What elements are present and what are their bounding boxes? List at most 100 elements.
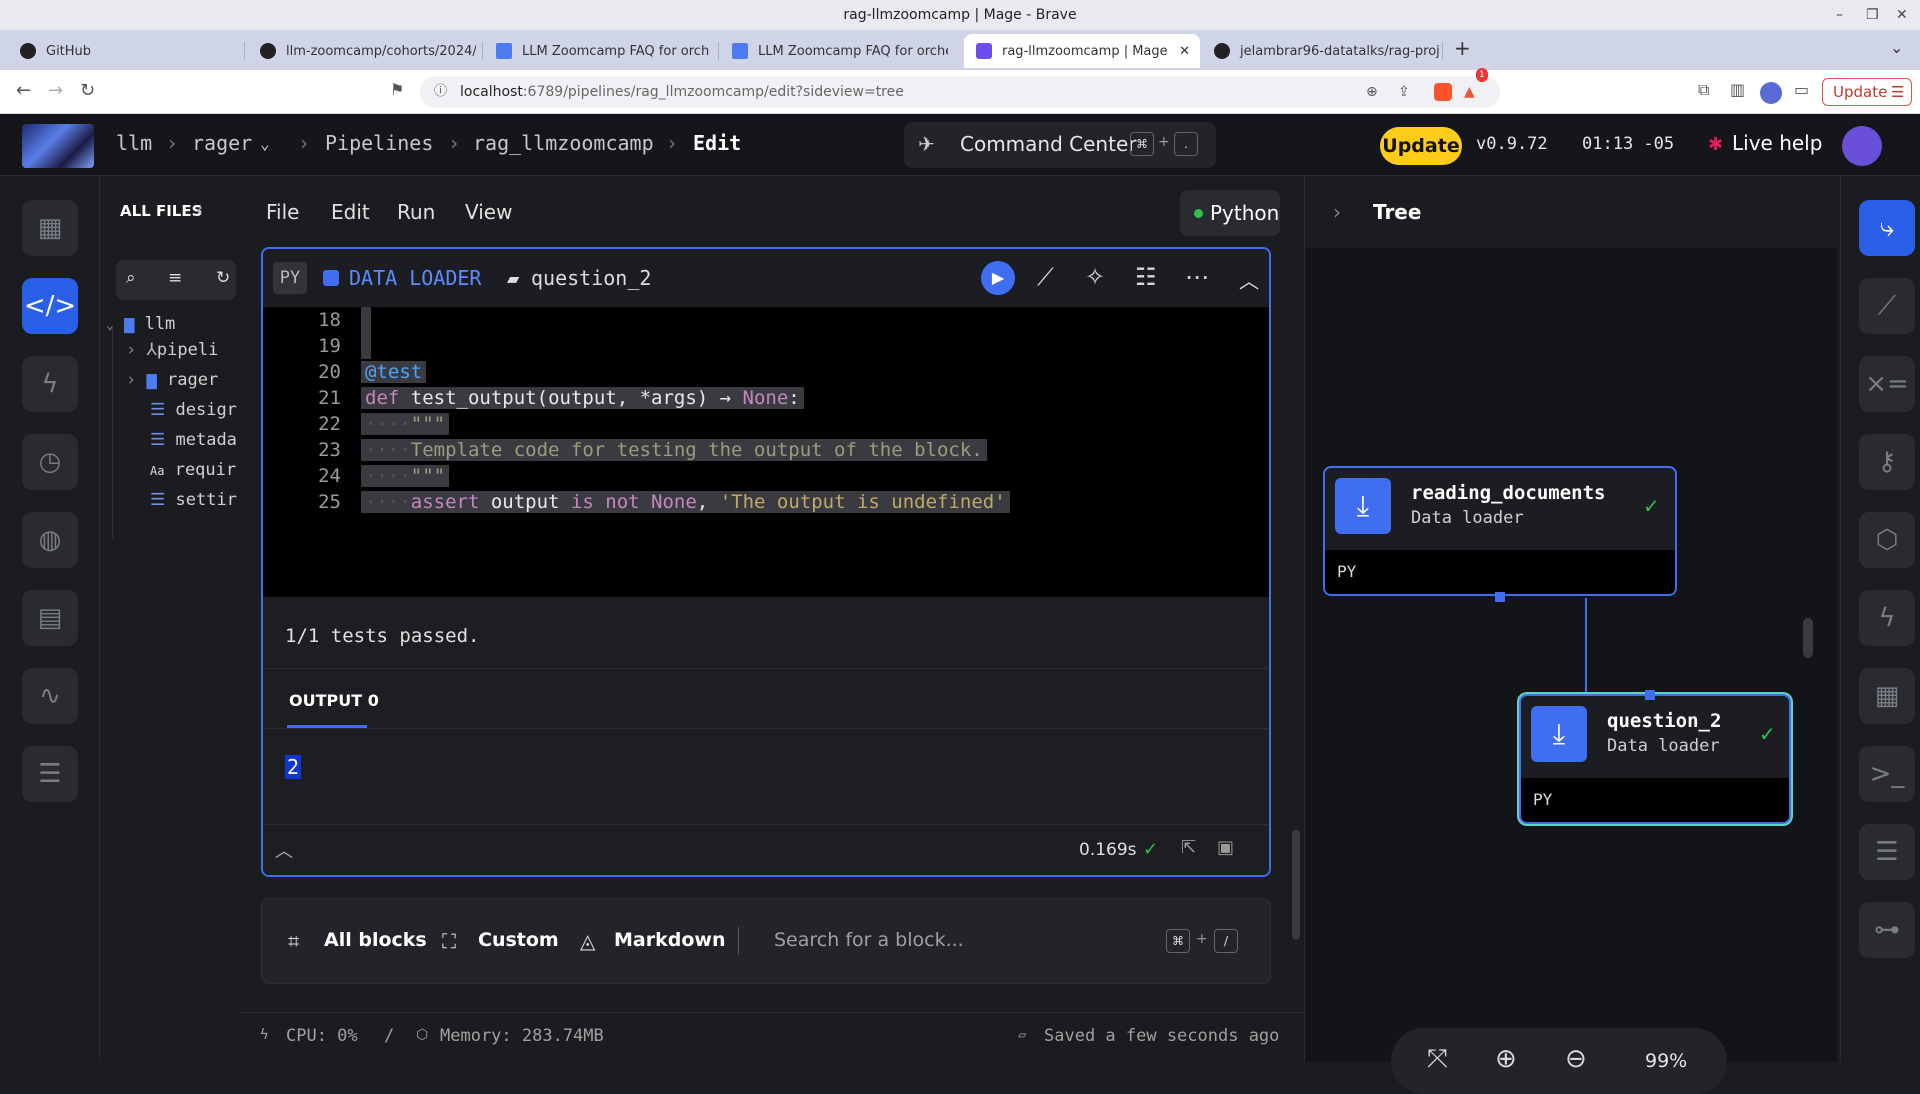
custom-block-button[interactable]: Custom [478,929,559,951]
reload-icon[interactable]: ↻ [80,80,95,101]
zoom-icon[interactable]: ⊕ [1366,76,1378,108]
breadcrumb-rager[interactable]: rager [192,131,252,155]
tree-view-icon[interactable]: ⤷ [1859,200,1915,256]
browser-tab[interactable]: LLM Zoomcamp FAQ for orchestr [720,34,948,68]
graph-node-selected[interactable]: ⤓ question_2 Data loader ✓ PY [1519,694,1791,824]
share-icon[interactable]: ⇪ [1398,76,1410,108]
menu-edit[interactable]: Edit [331,200,370,224]
tree-file-requirements[interactable]: Aa requir [150,460,236,480]
close-tab-icon[interactable]: ✕ [1179,44,1190,59]
backfills-icon[interactable]: ◍ [22,512,78,568]
tree-folder-llm[interactable]: ⌄ ▆ llm [106,314,175,334]
canvas-scrollbar[interactable] [1803,618,1813,658]
tree-folder-pipelines[interactable]: › ⅄pipeli [126,340,218,360]
browser-tab[interactable]: jelambrar96-datatalks/rag-proje [1202,34,1440,68]
restore-icon[interactable]: ❐ [1866,0,1879,30]
breadcrumb-pipeline[interactable]: rag_llmzoomcamp [473,131,654,155]
site-info-icon[interactable]: ⓘ [434,76,447,108]
tree-folder-rager[interactable]: › ▆ rager [126,370,218,390]
node-port[interactable] [1645,690,1655,700]
kernel-language-button[interactable]: Python [1180,190,1280,236]
block-search-input[interactable]: Search for a block... [774,929,964,951]
runs-clock-icon[interactable]: ◷ [22,434,78,490]
url-field[interactable]: ⓘ localhost:6789/pipelines/rag_llmzoomca… [420,68,1500,108]
more-options-icon[interactable]: ⋯ [1185,263,1209,291]
secrets-key-icon[interactable]: ⚷ [1859,434,1915,490]
brave-shield-icon[interactable] [1434,83,1452,101]
monitor-icon[interactable]: ∿ [22,668,78,724]
chart-icon[interactable]: ⟋ [1859,278,1915,334]
back-icon[interactable]: ← [16,80,31,101]
graph-node[interactable]: ⤓ reading_documents Data loader ✓ PY [1323,466,1677,596]
browser-tab[interactable]: GitHub [8,34,238,68]
chart-icon[interactable]: ⟋ [1037,263,1054,291]
browser-tab-active[interactable]: rag-llmzoomcamp | Mage ✕ [964,34,1200,68]
dependency-graph[interactable]: ⤓ reading_documents Data loader ✓ PY ⤓ q… [1305,248,1837,1094]
breadcrumb-pipelines[interactable]: Pipelines [325,131,433,155]
brave-rewards-icon[interactable]: ▲ [1464,76,1475,108]
logs-icon[interactable]: ▤ [22,590,78,646]
terminal-icon[interactable]: >_ [1859,746,1915,802]
close-window-icon[interactable]: ✕ [1896,0,1908,30]
menu-view[interactable]: View [465,200,512,224]
bookmark-icon[interactable]: ⚑ [390,80,404,99]
all-blocks-button[interactable]: All blocks [324,929,427,951]
wallet-icon[interactable]: ▭ [1794,80,1809,99]
collapse-output-icon[interactable]: ︿ [275,837,293,863]
sidebar-icon[interactable]: ▥ [1730,80,1745,99]
tree-file-metadata[interactable]: ☰ metada [150,430,237,450]
zoom-out-icon[interactable]: ⊖ [1565,1044,1587,1074]
tab-output-0[interactable]: OUTPUT 0 [289,691,379,710]
forward-icon[interactable]: → [48,80,63,101]
browser-tab[interactable]: llm-zoomcamp/cohorts/2024/05 [248,34,476,68]
user-avatar[interactable] [1842,126,1882,166]
minimize-icon[interactable]: – [1836,0,1843,30]
menu-run[interactable]: Run [397,200,435,224]
markdown-block-button[interactable]: Markdown [614,929,725,951]
code-editor-icon[interactable]: </> [22,278,78,334]
code-block[interactable]: PY DATA LOADER ▰ question_2 ▶ ⟋ ✧ ☷ ⋯ ︿ … [261,247,1271,877]
save-output-icon[interactable]: ▣ [1217,837,1234,858]
settings-sliders-icon[interactable]: ☰ [22,746,78,802]
output-value[interactable]: 2 [285,755,302,779]
chevron-down-icon[interactable]: ⌄ [260,134,270,153]
refresh-icon[interactable]: ↻ [216,268,230,288]
settings-sliders-icon[interactable]: ☰ [1859,824,1915,880]
extensions-icon[interactable]: ⧉ [1698,80,1709,100]
block-name[interactable]: question_2 [531,266,651,290]
extensions-toggle-icon[interactable]: ⊶ [1859,902,1915,958]
ai-sparkle-icon[interactable]: ✧ [1085,263,1105,291]
fit-view-icon[interactable]: ⤧ [1427,1044,1448,1075]
collapse-sidebar-icon[interactable]: ‹ [196,200,203,221]
cube-icon[interactable]: ⬡ [1859,512,1915,568]
zoom-in-icon[interactable]: ⊕ [1495,1044,1517,1074]
project-avatar[interactable] [22,124,94,168]
lightning-icon[interactable]: ϟ [1859,590,1915,646]
file-search-box[interactable]: ⌕ ≡ ↻ [116,260,236,300]
filter-icon[interactable]: ≡ [168,268,182,288]
mage-update-button[interactable]: Update [1380,127,1462,165]
collapse-block-icon[interactable]: ︿ [1239,265,1259,294]
triggers-icon[interactable]: ϟ [22,356,78,412]
run-block-button[interactable]: ▶ [981,261,1015,295]
dashboard-icon[interactable]: ▦ [22,200,78,256]
editor-scrollbar[interactable] [1292,830,1300,940]
open-external-icon[interactable]: ⇱ [1181,837,1196,858]
live-help-link[interactable]: Live help [1732,131,1822,155]
chevron-down-icon[interactable]: ⌄ [1890,38,1903,57]
breadcrumb-llm[interactable]: llm [116,131,152,155]
node-port[interactable] [1495,592,1505,602]
variables-icon[interactable]: ×= [1859,356,1915,412]
command-center-button[interactable]: ✈ Command Center ⌘ + . [904,122,1216,168]
browser-tab[interactable]: LLM Zoomcamp FAQ for orchestr [484,34,710,68]
code-editor[interactable]: 18 19 20 21 22 23 24 25 @test def test_o… [263,307,1269,597]
tree-file-settings[interactable]: ☰ settir [150,490,237,510]
menu-file[interactable]: File [266,200,299,224]
block-settings-icon[interactable]: ☷ [1135,263,1157,291]
profile-icon[interactable] [1760,82,1782,104]
browser-update-button[interactable]: Update ☰ [1822,78,1912,106]
tree-file-design[interactable]: ☰ desigr [150,400,237,420]
table-icon[interactable]: ▦ [1859,668,1915,724]
chevron-right-icon[interactable]: › [1333,200,1341,224]
new-tab-icon[interactable]: + [1454,36,1471,60]
